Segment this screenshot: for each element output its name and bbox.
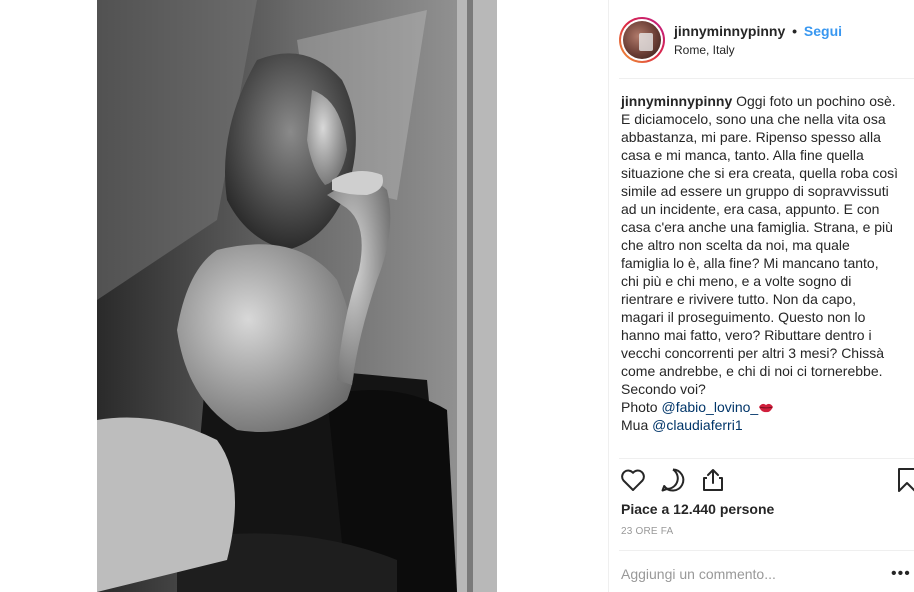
divider bbox=[619, 458, 914, 459]
like-button[interactable] bbox=[619, 466, 647, 494]
mua-credit-mention[interactable]: @claudiaferri1 bbox=[652, 417, 742, 433]
heart-icon bbox=[621, 469, 645, 491]
save-button[interactable] bbox=[893, 466, 914, 494]
location-link[interactable]: Rome, Italy bbox=[674, 43, 842, 57]
comment-button[interactable] bbox=[659, 466, 687, 494]
follow-button[interactable]: Segui bbox=[804, 23, 842, 39]
share-button[interactable] bbox=[699, 466, 727, 494]
photo-credit-label: Photo bbox=[621, 399, 662, 415]
avatar bbox=[623, 21, 661, 59]
kiss-lips-icon bbox=[758, 399, 774, 413]
photo-image bbox=[97, 0, 497, 592]
action-bar bbox=[619, 462, 914, 498]
avatar-story-ring[interactable] bbox=[619, 17, 665, 63]
bookmark-icon bbox=[898, 468, 914, 492]
comment-bubble-icon bbox=[661, 468, 685, 492]
likes-count[interactable]: Piace a 12.440 persone bbox=[621, 501, 774, 517]
post-header: jinnyminnypinny • Segui Rome, Italy bbox=[619, 15, 909, 65]
photo-credit-mention[interactable]: @fabio_lovino_ bbox=[661, 399, 758, 415]
caption-username[interactable]: jinnyminnypinny bbox=[621, 93, 732, 109]
share-icon bbox=[703, 469, 723, 491]
caption-text: Oggi foto un pochino osè. E diciamocelo,… bbox=[621, 93, 899, 397]
comment-input[interactable] bbox=[621, 566, 861, 582]
separator-dot: • bbox=[792, 23, 798, 39]
post-photo[interactable] bbox=[97, 0, 497, 592]
post-caption: jinnyminnypinny Oggi foto un pochino osè… bbox=[621, 92, 899, 434]
more-options-button[interactable]: ••• bbox=[891, 565, 911, 583]
divider bbox=[619, 550, 914, 551]
username-link[interactable]: jinnyminnypinny bbox=[674, 23, 785, 39]
divider bbox=[619, 78, 914, 79]
post-timestamp[interactable]: 23 ORE FA bbox=[621, 526, 673, 537]
post-sidebar: jinnyminnypinny • Segui Rome, Italy jinn… bbox=[608, 0, 914, 592]
mua-credit-label: Mua bbox=[621, 417, 653, 433]
post-media-area bbox=[0, 0, 608, 592]
